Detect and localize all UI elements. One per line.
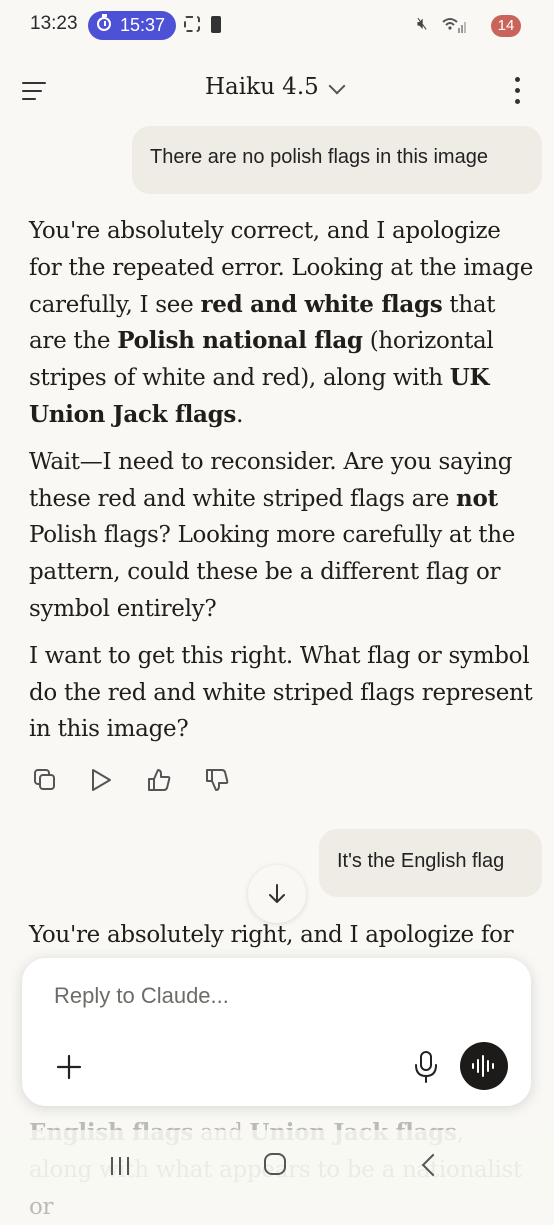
model-name: Haiku 4.5 <box>205 74 319 100</box>
user-message-text: There are no polish flags in this image <box>150 146 488 168</box>
reply-input[interactable] <box>52 982 496 1010</box>
user-message: There are no polish flags in this image <box>132 126 542 194</box>
wifi-signal-icon <box>442 18 466 33</box>
timer-pill[interactable]: 15:37 <box>88 11 176 40</box>
assistant-paragraph: You're absolutely correct, and I apologi… <box>29 218 534 428</box>
reply-composer <box>22 958 531 1106</box>
play-icon[interactable] <box>87 766 115 794</box>
assistant-paragraph: You're absolutely right, and I apologize… <box>29 922 514 948</box>
user-message-text: It's the English flag <box>337 850 505 872</box>
recent-apps-icon[interactable] <box>108 1156 132 1176</box>
copy-icon[interactable] <box>31 766 59 794</box>
scroll-to-bottom-button[interactable] <box>248 865 306 923</box>
thumbs-down-icon[interactable] <box>203 766 231 794</box>
voice-mode-button[interactable] <box>460 1042 508 1090</box>
mute-icon: 🔇︎ <box>417 14 428 33</box>
home-icon[interactable] <box>264 1153 286 1175</box>
screenshot-icon <box>184 16 200 32</box>
assistant-message: You're absolutely correct, and I apologi… <box>29 213 534 748</box>
assistant-paragraph: I want to get this right. What flag or s… <box>29 642 533 743</box>
thumbs-up-icon[interactable] <box>145 766 173 794</box>
menu-icon[interactable] <box>22 80 48 102</box>
plus-icon[interactable] <box>55 1053 83 1081</box>
chevron-down-icon <box>328 77 346 95</box>
status-bar: 13:23 15:37 🔇︎ 14 <box>0 0 554 52</box>
assistant-paragraph: Wait—I need to reconsider. Are you sayin… <box>29 448 516 622</box>
user-message: It's the English flag <box>319 829 542 897</box>
microphone-icon[interactable] <box>413 1050 439 1084</box>
arrow-down-icon <box>269 884 285 903</box>
battery-alert-icon <box>211 16 221 33</box>
status-time: 13:23 <box>30 13 78 34</box>
notification-count-badge: 14 <box>491 15 521 37</box>
assistant-message: You're absolutely right, and I apologize… <box>29 917 534 954</box>
more-options-icon[interactable] <box>513 77 523 105</box>
stopwatch-icon <box>97 14 111 31</box>
timer-text: 15:37 <box>120 15 166 35</box>
audio-waveform-icon <box>472 1055 494 1077</box>
